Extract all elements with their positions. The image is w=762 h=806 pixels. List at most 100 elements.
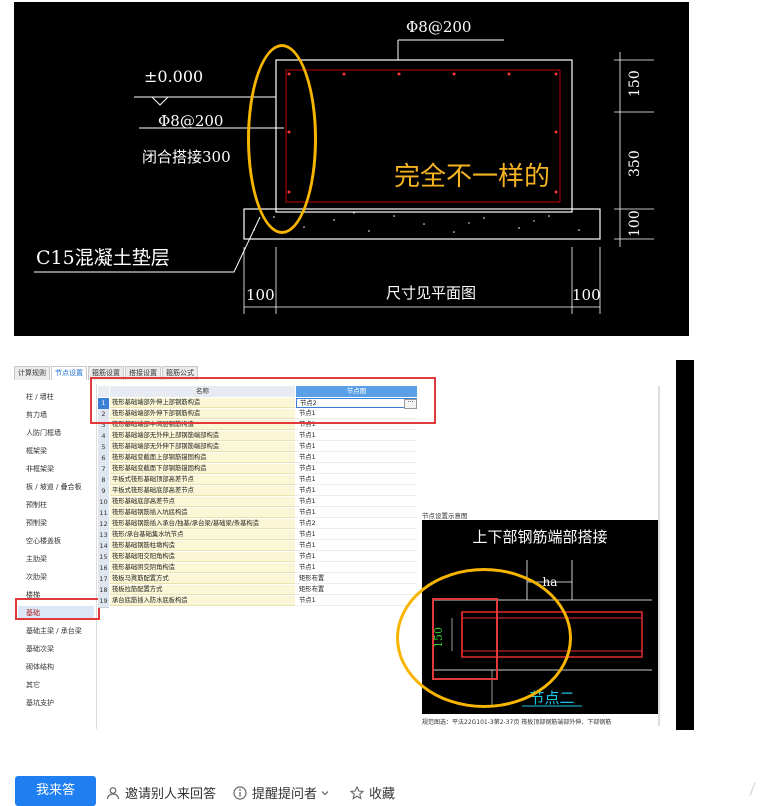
component-sidebar: 柱 / 墙柱 剪力墙 人防门框墙 框架梁 非框架梁 板 / 坡道 / 叠合板 预… — [14, 384, 97, 729]
row-node-value[interactable]: 节点1 — [296, 530, 417, 540]
preview-caption: 规范图选：平法22G101-3第2-37页 筏板顶部钢筋端部外伸、下部钢筋 — [422, 719, 612, 726]
row-node-value[interactable]: 节点1 — [296, 563, 417, 573]
grid-row[interactable]: 5 筏形基础端部无外伸下部钢筋端部构造 节点1 — [98, 442, 420, 454]
row-name: 承台底筋插入防水底板构造 — [110, 596, 295, 606]
row-node-value[interactable]: 节点2 — [296, 519, 417, 529]
grid-row[interactable]: 11 筏形基础钢筋插入坑底构造 节点1 — [98, 508, 420, 520]
row-node-value[interactable]: 节点1 — [296, 497, 417, 507]
tab-calc-rules[interactable]: 计算规则 — [14, 366, 50, 380]
grid-row[interactable]: 14 筏形基础钢筋柱墩构造 节点1 — [98, 541, 420, 553]
row-name: 筏形基础钢筋柱墩构造 — [110, 541, 295, 551]
row-name: 筏形基础钢筋插入承台/独基/承台梁/基础梁/条基构造 — [110, 519, 295, 529]
grid-row[interactable]: 6 筏形基础变截面上部钢筋锚固构造 节点1 — [98, 453, 420, 465]
row-node-value[interactable]: 节点1 — [296, 453, 417, 463]
row-name: 筏形/承台基础集水坑节点 — [110, 530, 295, 540]
annotation-text: 完全不一样的 — [394, 162, 550, 192]
chevron-down-icon — [321, 790, 329, 795]
grid-row[interactable]: 4 筏形基础端部无外伸上部钢筋端部构造 节点1 — [98, 431, 420, 443]
invite-button[interactable]: 邀请别人来回答 — [106, 783, 216, 802]
row-node-value[interactable]: 矩形布置 — [296, 585, 417, 595]
window-edge-bar — [676, 360, 694, 730]
person-icon — [106, 786, 120, 799]
dim-right-bottom: 100 — [627, 210, 643, 237]
row-name: 平板式筏形基础底部高差节点 — [110, 486, 295, 496]
sidebar-item-sub-rib-beam[interactable]: 次肋梁 — [26, 572, 47, 582]
row-node-value[interactable]: 节点1 — [296, 431, 417, 441]
edit-corner-icon — [749, 782, 756, 796]
highlight-ring-preview — [396, 568, 572, 708]
favorite-label: 收藏 — [369, 787, 396, 802]
dim-left: 100 — [246, 286, 275, 304]
sidebar-item-hollow-slab[interactable]: 空心楼盖板 — [26, 536, 61, 546]
grid-row[interactable]: 9 平板式筏形基础底部高差节点 节点1 — [98, 486, 420, 498]
dim-right: 100 — [572, 286, 601, 304]
grid-row[interactable]: 15 筏形基础阳交阳角构造 节点1 — [98, 552, 420, 564]
grid-row[interactable]: 8 平板式筏形基础顶部高差节点 节点1 — [98, 475, 420, 487]
sidebar-item-masonry[interactable]: 砌体结构 — [26, 662, 54, 672]
elevation-label: ±0.000 — [144, 67, 203, 86]
highlight-ring-cad — [247, 44, 317, 234]
rebar-left-label: Φ8@200 — [158, 112, 223, 130]
answer-button[interactable]: 我来答 — [15, 776, 96, 806]
row-node-value[interactable]: 节点1 — [296, 552, 417, 562]
sidebar-item-foundation-sub-beam[interactable]: 基础次梁 — [26, 644, 54, 654]
row-name: 筏形基础阳交阳角构造 — [110, 552, 295, 562]
row-name: 筏板拉筋配置方式 — [110, 585, 295, 595]
sidebar-item-column[interactable]: 柱 / 墙柱 — [26, 392, 54, 402]
row-node-value[interactable]: 节点1 — [296, 442, 417, 452]
sidebar-item-slab[interactable]: 板 / 坡道 / 叠合板 — [26, 482, 82, 492]
grid-row[interactable]: 16 筏形基础阴交阴角构造 节点1 — [98, 563, 420, 575]
grid-row[interactable]: 18 筏板拉筋配置方式 矩形布置 — [98, 585, 420, 597]
row-node-value[interactable]: 节点1 — [296, 541, 417, 551]
dim-right-mid: 350 — [627, 150, 643, 177]
cad-drawing-screenshot: ±0.000 Φ8@200 Φ8@200 闭合搭接300 完全不一样的 C15混… — [14, 2, 689, 336]
grid-frame-border — [658, 386, 660, 726]
grid-row[interactable]: 12 筏形基础钢筋插入承台/独基/承台梁/基础梁/条基构造 节点2 — [98, 519, 420, 531]
remind-button[interactable]: 提醒提问者 — [233, 783, 335, 802]
software-window: 计算规则 节点设置 箍筋设置 搭接设置 箍筋公式 柱 / 墙柱 剪力墙 人防门框… — [14, 362, 676, 730]
sidebar-item-pit-support[interactable]: 基坑支护 — [26, 698, 54, 708]
grid-row[interactable]: 10 筏形基础底部高差节点 节点1 — [98, 497, 420, 509]
row-node-value[interactable]: 节点1 — [296, 596, 417, 606]
remind-label: 提醒提问者 — [252, 787, 318, 802]
sidebar-item-other[interactable]: 其它 — [26, 680, 40, 690]
lap-note-label: 闭合搭接300 — [142, 148, 231, 166]
row-node-value[interactable]: 节点1 — [296, 464, 417, 474]
row-node-value[interactable]: 节点1 — [296, 486, 417, 496]
sidebar-item-precast-column[interactable]: 预制柱 — [26, 500, 47, 510]
sidebar-item-foundation-main-beam[interactable]: 基础主梁 / 承台梁 — [26, 626, 82, 636]
star-icon — [350, 785, 364, 800]
tab-node-settings[interactable]: 节点设置 — [51, 366, 87, 380]
row-name: 筏形基础钢筋插入坑底构造 — [110, 508, 295, 518]
row-number: 19 — [98, 596, 109, 608]
grid-row[interactable]: 19 承台底筋插入防水底板构造 节点1 — [98, 596, 420, 608]
highlight-box-foundation — [15, 598, 100, 620]
row-name: 筏形基础变截面下部钢筋锚固构造 — [110, 464, 295, 474]
sidebar-item-precast-beam[interactable]: 预制梁 — [26, 518, 47, 528]
cushion-label: C15混凝土垫层 — [36, 247, 170, 269]
preview-title: 上下部钢筋端部搭接 — [472, 528, 607, 546]
row-name: 平板式筏形基础顶部高差节点 — [110, 475, 295, 485]
sidebar-item-nonframe-beam[interactable]: 非框架梁 — [26, 464, 54, 474]
sidebar-item-shear-wall[interactable]: 剪力墙 — [26, 410, 47, 420]
dim-right-top: 150 — [627, 70, 643, 97]
info-icon — [233, 785, 247, 800]
preview-label: 节点设置示意图 — [422, 512, 468, 520]
highlight-box-row1 — [90, 377, 436, 424]
sidebar-item-main-rib-beam[interactable]: 主肋梁 — [26, 554, 47, 564]
row-node-value[interactable]: 矩形布置 — [296, 574, 417, 584]
favorite-button[interactable]: 收藏 — [350, 783, 395, 802]
sidebar-item-frame-beam[interactable]: 框架梁 — [26, 446, 47, 456]
grid-row[interactable]: 13 筏形/承台基础集水坑节点 节点1 — [98, 530, 420, 542]
row-name: 筏形基础端部无外伸上部钢筋端部构造 — [110, 431, 295, 441]
grid-row[interactable]: 17 筏板马凳筋配置方式 矩形布置 — [98, 574, 420, 586]
row-name: 筏形基础变截面上部钢筋锚固构造 — [110, 453, 295, 463]
row-node-value[interactable]: 节点1 — [296, 475, 417, 485]
grid-row[interactable]: 7 筏形基础变截面下部钢筋锚固构造 节点1 — [98, 464, 420, 476]
invite-label: 邀请别人来回答 — [125, 787, 217, 802]
row-node-value[interactable]: 节点1 — [296, 508, 417, 518]
sidebar-item-civil-door-wall[interactable]: 人防门框墙 — [26, 428, 61, 438]
row-name: 筏形基础阴交阴角构造 — [110, 563, 295, 573]
dim-mid: 尺寸见平面图 — [386, 284, 476, 302]
rebar-top-label: Φ8@200 — [406, 18, 471, 36]
